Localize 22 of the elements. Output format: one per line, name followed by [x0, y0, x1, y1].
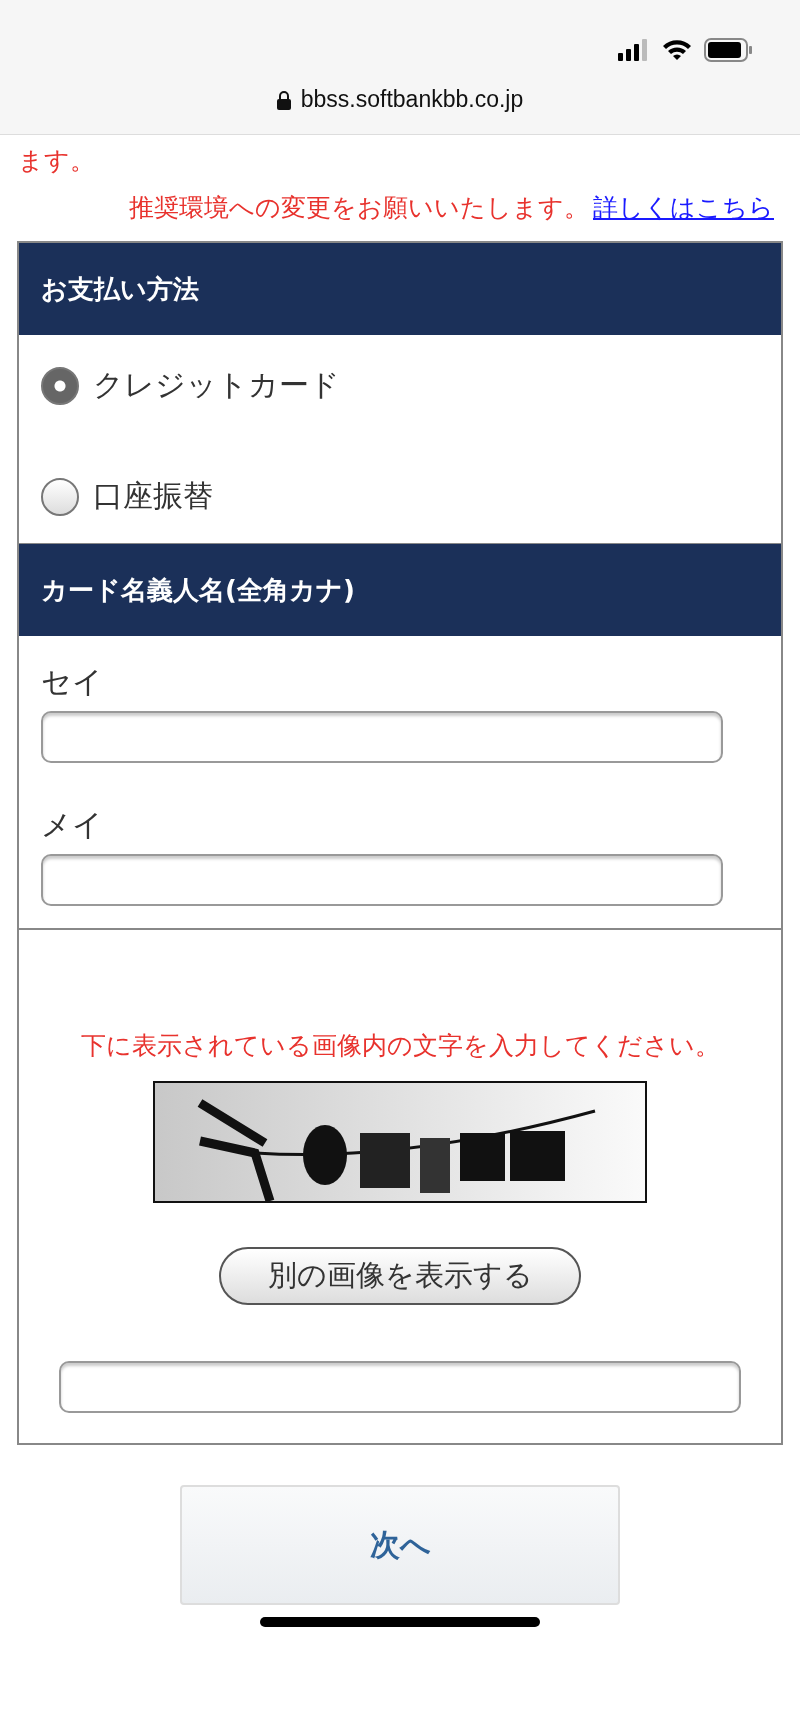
radio-button[interactable] — [41, 366, 79, 405]
next-button[interactable]: 次へ — [180, 1485, 620, 1605]
captcha-input-field[interactable] — [59, 1361, 741, 1413]
refresh-captcha-button[interactable]: 別の画像を表示する — [219, 1247, 581, 1305]
radio-button[interactable] — [41, 477, 79, 516]
lock-icon — [276, 89, 291, 110]
section-header: カード名義人名(全角カナ) — [19, 544, 781, 636]
signal-icon — [618, 39, 650, 61]
field-label: セイ — [41, 663, 104, 701]
battery-icon — [704, 38, 752, 62]
url-text[interactable]: bbss.softbankbb.co.jp — [300, 86, 524, 113]
input-field[interactable] — [41, 711, 723, 763]
field-label: メイ — [41, 806, 104, 844]
captcha-instruction: 下に表示されている画像内の文字を入力してください。 — [80, 1030, 720, 1062]
notice-text: ます。 — [18, 145, 96, 177]
radio-label[interactable]: クレジットカード — [93, 365, 340, 406]
radio-label[interactable]: 口座振替 — [93, 476, 213, 517]
section-header: お支払い方法 — [19, 243, 781, 335]
notice-text: 推奨環境への変更をお願いいたします。 — [129, 192, 589, 224]
wifi-icon — [662, 39, 692, 61]
details-link[interactable]: 詳しくはこちら — [593, 191, 774, 224]
input-field[interactable] — [41, 854, 723, 906]
